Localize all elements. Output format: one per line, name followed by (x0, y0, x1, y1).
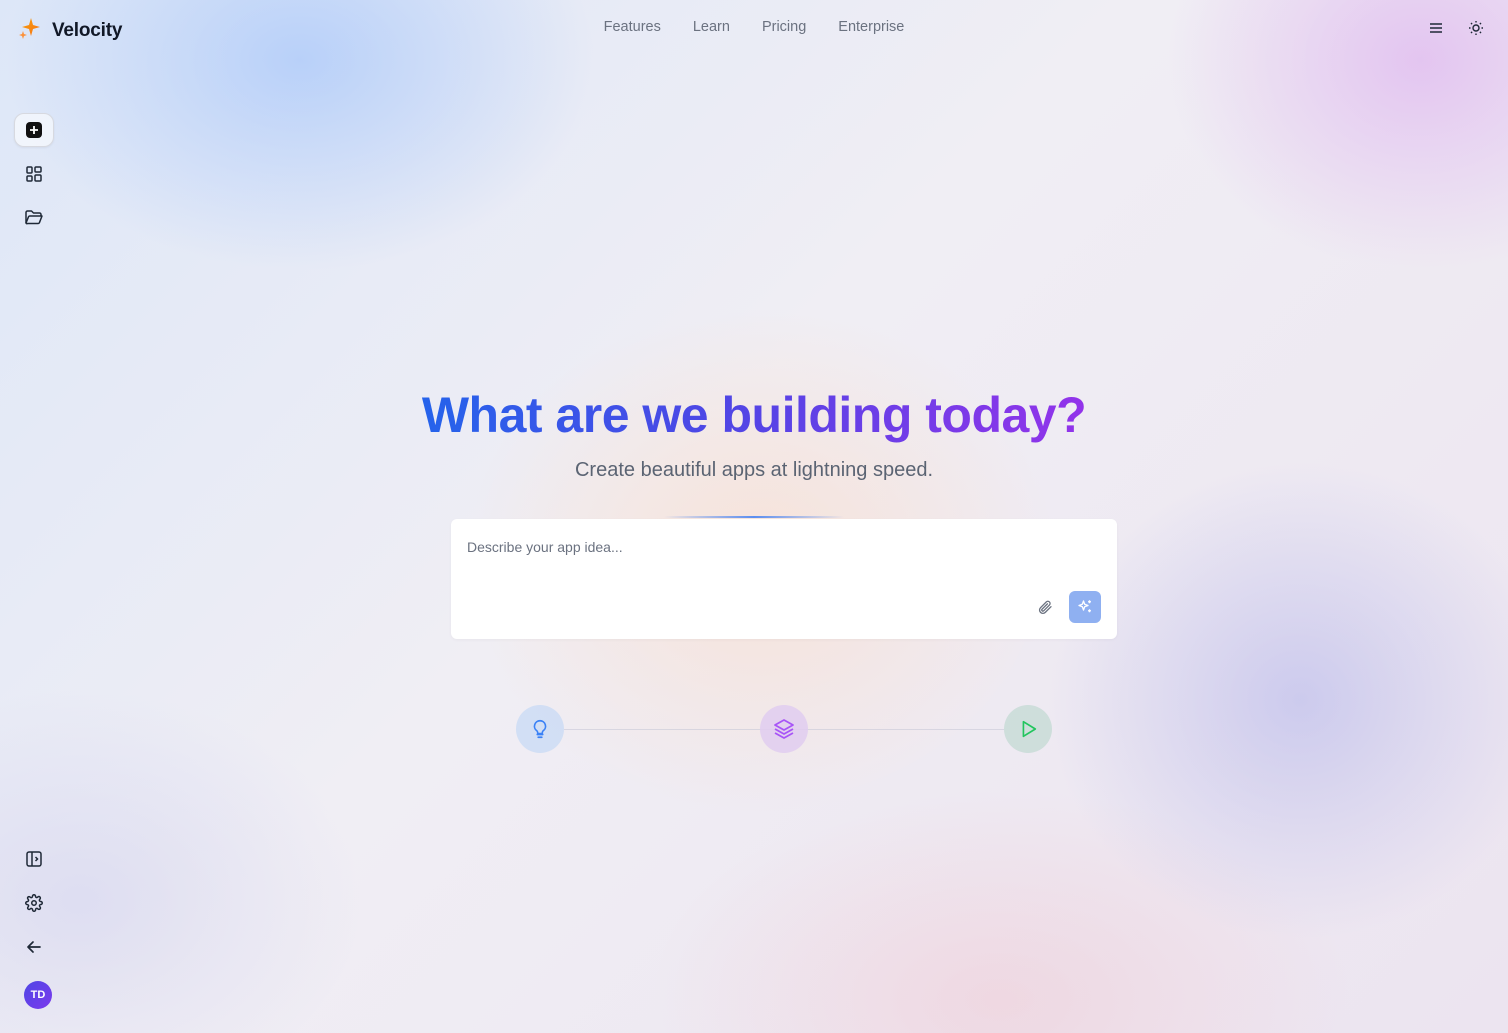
app-idea-input[interactable] (467, 537, 1027, 557)
panel-toggle-icon (26, 851, 42, 867)
projects-button[interactable] (14, 201, 54, 235)
new-project-button[interactable] (14, 113, 54, 147)
folder-open-icon (25, 210, 43, 225)
paperclip-icon (1038, 600, 1052, 615)
arrow-left-icon (27, 941, 41, 953)
avatar[interactable]: TD (24, 981, 52, 1009)
settings-button[interactable] (14, 886, 54, 920)
grid-icon (26, 166, 42, 182)
generate-button[interactable] (1069, 591, 1101, 623)
prompt-glow-line (664, 516, 844, 518)
step-launch (1004, 705, 1052, 753)
sparkles-icon (1078, 600, 1091, 613)
play-icon (1022, 720, 1037, 738)
page-title: What are we building today? (0, 386, 1508, 444)
step-ideate (516, 705, 564, 753)
attach-button[interactable] (1035, 597, 1055, 617)
gear-icon (25, 894, 43, 912)
nav-pricing[interactable]: Pricing (762, 19, 806, 35)
plus-icon (26, 122, 42, 138)
lightbulb-icon (533, 719, 547, 739)
menu-icon (1430, 23, 1442, 33)
top-nav: Features Learn Pricing Enterprise (0, 19, 1508, 35)
step-build (760, 705, 808, 753)
nav-enterprise[interactable]: Enterprise (838, 19, 904, 35)
nav-learn[interactable]: Learn (693, 19, 730, 35)
back-button[interactable] (14, 930, 54, 964)
prompt-card (451, 519, 1117, 639)
page-title-text: What are we building today? (421, 387, 1087, 443)
menu-button[interactable] (1426, 18, 1446, 38)
page-subtitle: Create beautiful apps at lightning speed… (574, 459, 934, 481)
toggle-sidebar-button[interactable] (14, 842, 54, 876)
theme-toggle-button[interactable] (1466, 18, 1486, 38)
sun-icon (1469, 21, 1483, 35)
layers-icon (774, 719, 794, 739)
nav-features[interactable]: Features (604, 19, 661, 35)
templates-button[interactable] (14, 157, 54, 191)
